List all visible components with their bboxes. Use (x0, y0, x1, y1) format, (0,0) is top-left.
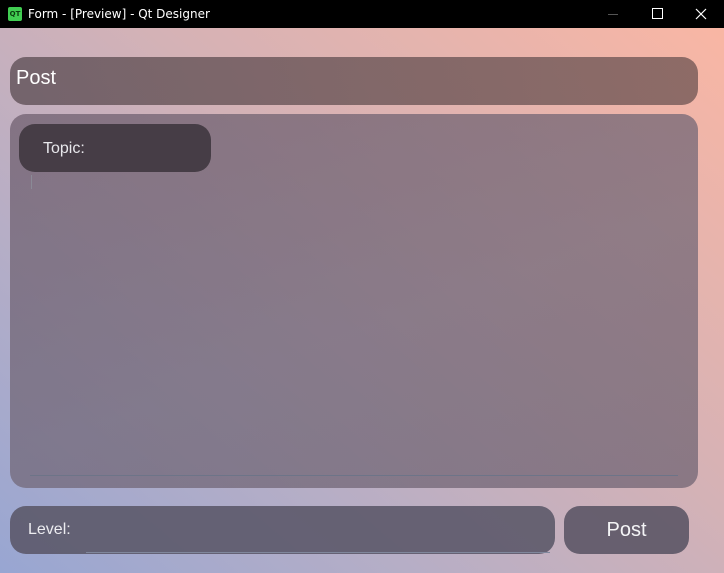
level-label: Level: (28, 521, 71, 538)
maximize-icon[interactable] (634, 0, 680, 28)
topic-label: Topic: (43, 140, 85, 157)
window-title: Form - [Preview] - Qt Designer (28, 7, 210, 21)
text-cursor (31, 175, 32, 189)
post-button[interactable]: Post (564, 506, 689, 554)
post-text-editor[interactable]: Topic: (10, 114, 698, 488)
qt-designer-preview-window: QT Form - [Preview] - Qt Designer Post T… (0, 0, 724, 573)
page-title: Post (16, 67, 57, 89)
editor-underline (30, 475, 678, 476)
form-client-area: Post Topic: Level: Post (0, 28, 724, 573)
close-icon[interactable] (678, 0, 724, 28)
level-field[interactable]: Level: (10, 506, 555, 554)
topic-label-box: Topic: (19, 124, 211, 172)
close-glyph (695, 8, 707, 20)
level-input-underline (86, 552, 550, 553)
minimize-icon[interactable] (590, 0, 636, 28)
qt-logo-icon: QT (8, 7, 22, 21)
header-bar: Post (10, 57, 698, 105)
title-bar: QT Form - [Preview] - Qt Designer (0, 0, 724, 28)
